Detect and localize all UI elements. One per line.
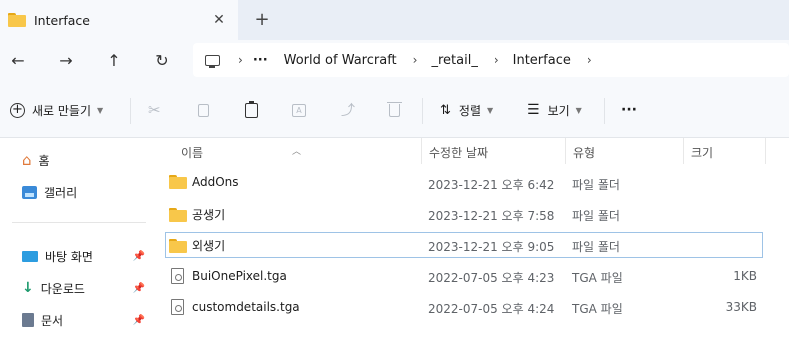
close-tab-icon[interactable]: ✕ bbox=[210, 11, 228, 29]
file-name: 외생기 bbox=[192, 239, 226, 253]
rename-icon[interactable]: A bbox=[292, 98, 306, 122]
new-button-label: 새로 만들기 bbox=[32, 103, 92, 118]
view-list-icon: ☰ bbox=[527, 102, 540, 118]
folder-icon bbox=[169, 175, 187, 189]
cut-icon[interactable]: ✂ bbox=[148, 98, 161, 122]
pin-icon[interactable]: 📌 bbox=[133, 283, 145, 294]
chevron-right-icon: › bbox=[238, 53, 243, 67]
tab-interface[interactable]: Interface ✕ bbox=[0, 0, 238, 40]
file-size: 33KB bbox=[725, 300, 757, 314]
sidebar-item-label: 바탕 화면 bbox=[45, 249, 93, 264]
breadcrumb-world-of-warcraft[interactable]: World of Warcraft bbox=[284, 53, 397, 68]
sort-ascending-icon: ︿ bbox=[292, 147, 302, 157]
sidebar-item-label: 갤러리 bbox=[44, 185, 78, 200]
home-icon: ⌂ bbox=[22, 151, 32, 169]
folder-icon bbox=[169, 238, 187, 253]
sidebar-item-label: 문서 bbox=[41, 313, 64, 328]
file-date: 2022-07-05 오후 4:24 bbox=[428, 302, 555, 316]
new-button[interactable]: + 새로 만들기 ▼ bbox=[10, 98, 103, 122]
address-row: ← → ↑ ↻ › ··· World of Warcraft › _retai… bbox=[0, 40, 789, 82]
sidebar-item-home[interactable]: ⌂ 홈 bbox=[22, 149, 150, 171]
more-locations-button[interactable]: ··· bbox=[253, 53, 268, 68]
file-type: 파일 폴더 bbox=[572, 178, 620, 192]
file-date: 2022-07-05 오후 4:23 bbox=[428, 271, 555, 285]
command-bar: + 새로 만들기 ▼ ✂ A ⤴ ⇅ 정렬 ▼ ☰ 보기 ▼ ··· bbox=[0, 82, 789, 138]
chevron-right-icon[interactable]: › bbox=[587, 53, 592, 67]
chevron-right-icon: › bbox=[493, 53, 499, 67]
paste-icon[interactable] bbox=[245, 98, 258, 122]
file-type: 파일 폴더 bbox=[572, 209, 620, 223]
file-name: customdetails.tga bbox=[192, 300, 300, 314]
file-type: TGA 파일 bbox=[572, 271, 623, 285]
table-row[interactable]: 공생기 2023-12-21 오후 7:58 파일 폴더 bbox=[165, 201, 763, 227]
gallery-icon bbox=[22, 185, 37, 199]
table-row[interactable]: AddOns 2023-12-21 오후 6:42 파일 폴더 bbox=[165, 170, 763, 196]
column-header-date[interactable]: 수정한 날짜 bbox=[429, 144, 488, 161]
file-type: 파일 폴더 bbox=[572, 240, 620, 254]
sidebar-item-label: 홈 bbox=[38, 153, 50, 168]
up-button[interactable]: ↑ bbox=[102, 49, 126, 73]
chevron-down-icon: ▼ bbox=[575, 105, 582, 115]
pin-icon[interactable]: 📌 bbox=[133, 251, 145, 262]
chevron-down-icon: ▼ bbox=[97, 105, 104, 115]
download-icon: ↓ bbox=[22, 280, 34, 296]
sort-button[interactable]: ⇅ 정렬 ▼ bbox=[440, 98, 493, 122]
divider bbox=[422, 98, 423, 124]
sidebar-item-documents[interactable]: 문서 📌 bbox=[22, 309, 150, 331]
navigation-pane: ⌂ 홈 갤러리 바탕 화면 📌 ↓ 다운로드 📌 문서 📌 bbox=[0, 138, 150, 338]
sidebar-item-downloads[interactable]: ↓ 다운로드 📌 bbox=[22, 277, 150, 299]
folder-icon bbox=[169, 207, 187, 222]
address-bar[interactable]: › ··· World of Warcraft › _retail_ › Int… bbox=[193, 43, 789, 77]
new-tab-button[interactable]: + bbox=[252, 10, 272, 30]
table-row[interactable]: BuiOnePixel.tga 2022-07-05 오후 4:23 TGA 파… bbox=[165, 263, 763, 289]
tab-bar: Interface ✕ + bbox=[0, 0, 789, 40]
sidebar-item-desktop[interactable]: 바탕 화면 📌 bbox=[22, 245, 150, 267]
back-button[interactable]: ← bbox=[6, 49, 30, 73]
file-icon bbox=[171, 299, 184, 315]
table-row-selected[interactable]: 외생기 2023-12-21 오후 9:05 파일 폴더 bbox=[165, 232, 763, 258]
copy-icon[interactable] bbox=[198, 98, 209, 122]
breadcrumb-retail[interactable]: _retail_ bbox=[431, 53, 477, 68]
file-icon bbox=[171, 268, 184, 284]
breadcrumb-interface[interactable]: Interface bbox=[513, 53, 571, 68]
computer-icon bbox=[205, 54, 220, 68]
view-button[interactable]: ☰ 보기 ▼ bbox=[527, 98, 582, 122]
sidebar-item-gallery[interactable]: 갤러리 bbox=[22, 181, 150, 203]
sidebar-divider bbox=[12, 222, 146, 223]
divider bbox=[604, 98, 605, 124]
view-label: 보기 bbox=[547, 103, 570, 118]
pin-icon[interactable]: 📌 bbox=[133, 315, 145, 326]
file-name: BuiOnePixel.tga bbox=[192, 269, 287, 283]
file-date: 2023-12-21 오후 6:42 bbox=[428, 178, 555, 192]
tab-title: Interface bbox=[34, 12, 90, 28]
sidebar-item-label: 다운로드 bbox=[40, 281, 85, 296]
divider bbox=[130, 98, 131, 124]
file-name: AddOns bbox=[192, 175, 239, 189]
chevron-down-icon: ▼ bbox=[487, 105, 494, 115]
folder-icon bbox=[8, 13, 26, 27]
file-date: 2023-12-21 오후 9:05 bbox=[428, 240, 555, 254]
delete-icon[interactable] bbox=[387, 98, 402, 122]
column-header-type[interactable]: 유형 bbox=[573, 144, 595, 161]
column-header-name[interactable]: 이름 bbox=[181, 144, 203, 161]
chevron-right-icon: › bbox=[412, 53, 418, 67]
desktop-icon bbox=[22, 250, 38, 262]
file-size: 1KB bbox=[733, 269, 757, 283]
file-date: 2023-12-21 오후 7:58 bbox=[428, 209, 555, 223]
forward-button[interactable]: → bbox=[54, 49, 78, 73]
share-icon[interactable]: ⤴ bbox=[341, 98, 355, 122]
column-header-row: ︿ 이름 수정한 날짜 유형 크기 bbox=[165, 138, 789, 164]
sort-icon: ⇅ bbox=[440, 102, 451, 118]
table-row[interactable]: customdetails.tga 2022-07-05 오후 4:24 TGA… bbox=[165, 294, 763, 320]
documents-icon bbox=[22, 313, 34, 327]
refresh-button[interactable]: ↻ bbox=[150, 49, 174, 73]
more-options-button[interactable]: ··· bbox=[621, 98, 637, 122]
file-list: ︿ 이름 수정한 날짜 유형 크기 AddOns 2023-12-21 오후 6… bbox=[165, 138, 789, 338]
file-name: 공생기 bbox=[192, 208, 226, 222]
column-header-size[interactable]: 크기 bbox=[691, 144, 713, 161]
plus-circle-icon: + bbox=[10, 102, 25, 118]
file-type: TGA 파일 bbox=[572, 302, 623, 316]
sort-label: 정렬 bbox=[458, 103, 481, 118]
